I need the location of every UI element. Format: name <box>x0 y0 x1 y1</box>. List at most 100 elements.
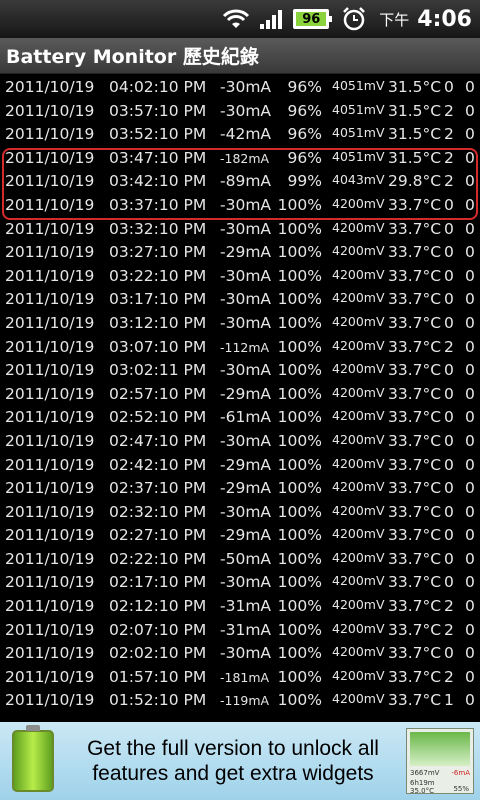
log-voltage: 4200mV <box>332 667 385 683</box>
log-row[interactable]: 2011/10/19 02:57:10 PM -29mA 100% 4200mV 33.7… <box>0 383 480 407</box>
log-row[interactable]: 2011/10/19 03:02:11 PM -30mA 100% 4200mV 33.7… <box>0 359 480 383</box>
log-temperature: 33.7°C <box>388 313 442 332</box>
widget-preview: 3667mV -6mA 6h19m 55% 35.0°C <box>406 728 474 795</box>
log-time: 04:02:10 PM <box>109 78 207 96</box>
log-status-a: 0 <box>444 290 454 309</box>
log-row[interactable]: 2011/10/19 02:47:10 PM -30mA 100% 4200mV 33.7… <box>0 430 480 454</box>
log-percent: 100% <box>277 620 322 639</box>
log-row[interactable]: 2011/10/19 03:07:10 PM -112mA 100% 4200mV 33.… <box>0 336 480 360</box>
log-row[interactable]: 2011/10/19 03:17:10 PM -30mA 100% 4200mV 33.7… <box>0 288 480 312</box>
log-time: 01:57:10 PM <box>109 667 207 686</box>
log-status-a: 0 <box>444 479 454 498</box>
log-status-b: 0 <box>465 455 475 474</box>
log-voltage: 4051mV <box>332 125 385 141</box>
log-time: 03:52:10 PM <box>109 125 207 144</box>
log-status-a: 2 <box>444 172 454 191</box>
log-date: 2011/10/19 <box>5 549 95 568</box>
log-date: 2011/10/19 <box>5 620 95 639</box>
log-temperature: 33.7°C <box>388 549 442 568</box>
log-temperature: 33.7°C <box>388 479 442 498</box>
log-row[interactable]: 2011/10/19 02:37:10 PM -29mA 100% 4200mV 33.7… <box>0 477 480 501</box>
log-voltage: 4200mV <box>332 502 385 518</box>
log-current: -42mA <box>220 125 272 144</box>
log-time: 02:47:10 PM <box>109 431 207 450</box>
log-voltage: 4200mV <box>332 384 385 400</box>
log-percent: 100% <box>277 479 322 498</box>
log-row[interactable]: 2011/10/19 03:52:10 PM -42mA 96% 4051mV 31.5°… <box>0 123 480 147</box>
log-percent: 100% <box>277 455 322 474</box>
log-status-a: 2 <box>444 597 454 616</box>
log-row[interactable]: 2011/10/19 03:12:10 PM -30mA 100% 4200mV 33.7… <box>0 312 480 336</box>
log-row[interactable]: 2011/10/19 02:12:10 PM -31mA 100% 4200mV 33.7… <box>0 595 480 619</box>
log-row[interactable]: 2011/10/19 03:47:10 PM -182mA 96% 4051mV 31.5… <box>0 147 480 171</box>
log-status-b: 0 <box>465 691 475 710</box>
clock-ampm: 下午 <box>379 10 410 29</box>
log-current: -29mA <box>220 384 272 403</box>
log-row[interactable]: 2011/10/19 02:02:10 PM -30mA 100% 4200mV 33.7… <box>0 642 480 666</box>
log-temperature: 33.7°C <box>388 219 442 238</box>
log-percent: 100% <box>277 644 322 663</box>
log-date: 2011/10/19 <box>5 384 95 403</box>
log-date: 2011/10/19 <box>5 455 95 474</box>
log-status-b: 0 <box>465 290 475 309</box>
log-time: 02:32:10 PM <box>109 502 207 521</box>
log-current: -30mA <box>220 266 272 285</box>
log-date: 2011/10/19 <box>5 667 95 686</box>
log-percent: 100% <box>277 431 322 450</box>
log-row[interactable]: 2011/10/19 03:37:10 PM -30mA 100% 4200mV 33.7… <box>0 194 480 218</box>
log-status-b: 0 <box>465 479 475 498</box>
log-temperature: 33.7°C <box>388 644 442 663</box>
log-time: 03:17:10 PM <box>109 290 207 309</box>
log-current: -112mA <box>220 339 270 355</box>
ad-text[interactable]: Get the full version to unlock all featu… <box>60 736 406 786</box>
log-row[interactable]: 2011/10/19 03:32:10 PM -30mA 100% 4200mV 33.7… <box>0 218 480 242</box>
log-temperature: 33.7°C <box>388 266 442 285</box>
log-temperature: 33.7°C <box>388 408 442 427</box>
log-percent: 100% <box>277 195 322 214</box>
log-temperature: 33.7°C <box>388 431 442 450</box>
log-date: 2011/10/19 <box>5 597 95 616</box>
log-row[interactable]: 2011/10/19 02:22:10 PM -50mA 100% 4200mV 33.7… <box>0 548 480 572</box>
log-temperature: 33.7°C <box>388 361 442 380</box>
log-row[interactable]: 2011/10/19 04:02:10 PM -30mA 96% 4051mV 31.5°… <box>0 76 480 100</box>
log-time: 03:37:10 PM <box>109 195 207 214</box>
history-log-list[interactable]: 2011/10/19 04:02:10 PM -30mA 96% 4051mV 31.5°… <box>0 76 480 722</box>
log-date: 2011/10/19 <box>5 101 95 120</box>
log-row[interactable]: 2011/10/19 02:52:10 PM -61mA 100% 4200mV 33.7… <box>0 406 480 430</box>
widget-pct: 55% <box>453 785 469 793</box>
log-voltage: 4051mV <box>332 78 385 93</box>
log-voltage: 4200mV <box>332 408 385 424</box>
log-status-b: 0 <box>465 78 475 96</box>
log-percent: 96% <box>287 101 322 120</box>
log-current: -29mA <box>220 526 272 545</box>
log-voltage: 4200mV <box>332 290 385 306</box>
log-row[interactable]: 2011/10/19 03:57:10 PM -30mA 96% 4051mV 31.5°… <box>0 100 480 124</box>
log-row[interactable]: 2011/10/19 02:17:10 PM -30mA 100% 4200mV 33.7… <box>0 571 480 595</box>
log-current: -89mA <box>220 172 272 191</box>
log-date: 2011/10/19 <box>5 337 95 356</box>
log-time: 02:12:10 PM <box>109 597 207 616</box>
log-row[interactable]: 2011/10/19 01:57:10 PM -181mA 100% 4200mV 33.… <box>0 666 480 690</box>
log-row[interactable]: 2011/10/19 03:42:10 PM -89mA 99% 4043mV 29.8°… <box>0 170 480 194</box>
log-time: 03:07:10 PM <box>109 337 207 356</box>
log-row[interactable]: 2011/10/19 02:27:10 PM -29mA 100% 4200mV 33.7… <box>0 524 480 548</box>
log-row[interactable]: 2011/10/19 01:52:10 PM -119mA 100% 4200mV 33.… <box>0 689 480 713</box>
log-row[interactable]: 2011/10/19 03:27:10 PM -29mA 100% 4200mV 33.7… <box>0 241 480 265</box>
log-row[interactable]: 2011/10/19 02:32:10 PM -30mA 100% 4200mV 33.7… <box>0 501 480 525</box>
log-status-b: 0 <box>465 644 475 663</box>
log-row[interactable]: 2011/10/19 02:07:10 PM -31mA 100% 4200mV 33.7… <box>0 619 480 643</box>
log-temperature: 33.7°C <box>388 620 442 639</box>
log-status-a: 2 <box>444 337 454 356</box>
ad-banner[interactable]: Get the full version to unlock all featu… <box>0 722 480 800</box>
log-voltage: 4200mV <box>332 479 385 495</box>
log-row[interactable]: 2011/10/19 03:22:10 PM -30mA 100% 4200mV 33.7… <box>0 265 480 289</box>
log-percent: 100% <box>277 219 322 238</box>
status-bar: 96 下午 4:06 <box>0 0 480 38</box>
log-status-a: 0 <box>444 502 454 521</box>
log-status-a: 0 <box>444 526 454 545</box>
log-status-b: 0 <box>465 502 475 521</box>
log-status-a: 2 <box>444 101 454 120</box>
log-time: 01:52:10 PM <box>109 691 207 710</box>
log-temperature: 33.7°C <box>388 290 442 309</box>
log-row[interactable]: 2011/10/19 02:42:10 PM -29mA 100% 4200mV 33.7… <box>0 454 480 478</box>
